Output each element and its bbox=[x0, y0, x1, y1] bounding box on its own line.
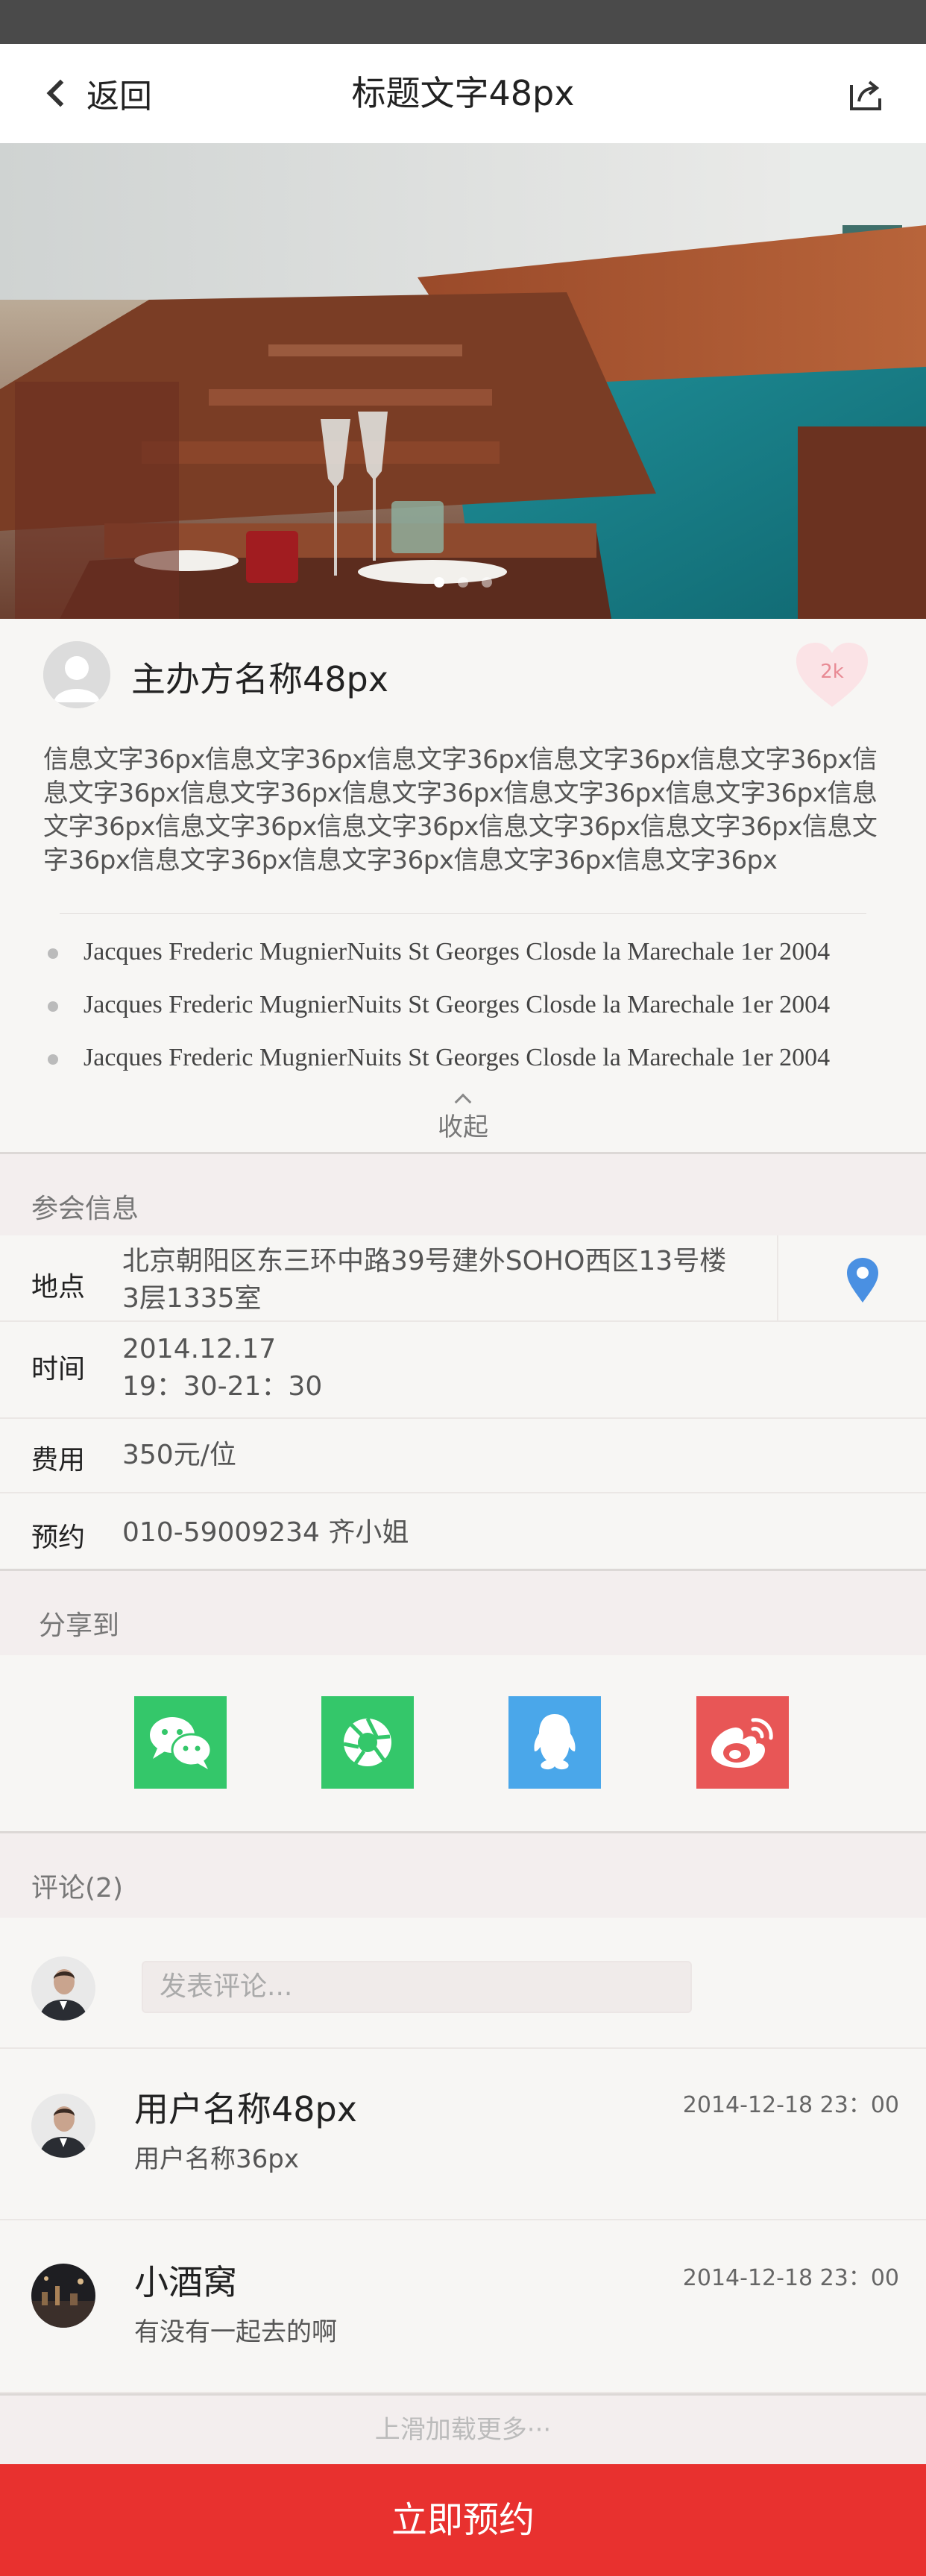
user-avatar-image bbox=[31, 2264, 95, 2328]
section-title: 评论(2) bbox=[31, 1873, 123, 1903]
qq-icon bbox=[534, 1714, 576, 1770]
section-header-share: 分享到 bbox=[0, 1569, 926, 1655]
user-avatar-image bbox=[31, 1956, 95, 2021]
time-row: 时间 2014.12.17 19：30-21：30 bbox=[0, 1322, 926, 1419]
fee-label: 费用 bbox=[31, 1445, 86, 1476]
comment-item: 小酒窝 2014-12-18 23：00 有没有一起去的啊 bbox=[0, 2222, 926, 2393]
hero-carousel[interactable] bbox=[0, 143, 926, 619]
chevron-up-icon bbox=[454, 1093, 472, 1111]
host-avatar[interactable] bbox=[43, 641, 110, 708]
event-info: 主办方名称48px 2k 信息文字36px信息文字36px信息文字36px信息文… bbox=[0, 619, 926, 1152]
divider bbox=[60, 913, 866, 914]
section-header-meeting: 参会信息 bbox=[0, 1152, 926, 1235]
wine-list: Jacques Frederic MugnierNuits St Georges… bbox=[48, 938, 890, 1097]
list-item: Jacques Frederic MugnierNuits St Georges… bbox=[48, 1044, 890, 1097]
page-title: 标题文字48px bbox=[351, 73, 575, 113]
comment-time: 2014-12-18 23：00 bbox=[682, 2265, 899, 2291]
qq-share-button[interactable] bbox=[508, 1696, 601, 1789]
comment-user-name: 小酒窝 bbox=[134, 2262, 237, 2302]
comment-text: 用户名称36px bbox=[134, 2144, 299, 2174]
wechat-share-button[interactable] bbox=[134, 1696, 227, 1789]
time-value: 2014.12.17 19：30-21：30 bbox=[122, 1331, 322, 1405]
comment-time: 2014-12-18 23：00 bbox=[682, 2092, 899, 2118]
section-title: 分享到 bbox=[39, 1610, 120, 1641]
meeting-info: 地点 北京朝阳区东三环中路39号建外SOHO西区13号楼 3层1335室 时间 … bbox=[0, 1235, 926, 1569]
time-date: 2014.12.17 bbox=[122, 1334, 277, 1364]
user-avatar-image bbox=[31, 2094, 95, 2158]
comment-input-row: 发表评论... bbox=[0, 1918, 926, 2049]
wine-name: Jacques Frederic MugnierNuits St Georges… bbox=[84, 938, 831, 966]
bullet-icon bbox=[48, 1001, 58, 1012]
booking-value: 010-59009234 齐小姐 bbox=[122, 1517, 409, 1548]
divider bbox=[777, 1235, 778, 1322]
collapse-label: 收起 bbox=[438, 1112, 488, 1142]
carousel-dot[interactable] bbox=[482, 577, 492, 588]
section-title: 参会信息 bbox=[31, 1194, 139, 1224]
moments-share-button[interactable] bbox=[321, 1696, 414, 1789]
user-placeholder-icon bbox=[43, 641, 110, 708]
time-range: 19：30-21：30 bbox=[122, 1371, 323, 1402]
collapse-button[interactable]: 收起 bbox=[0, 1093, 926, 1143]
map-pin-icon[interactable] bbox=[844, 1256, 881, 1304]
comment-item: 用户名称48px 2014-12-18 23：00 用户名称36px bbox=[0, 2049, 926, 2220]
host-name: 主办方名称48px bbox=[131, 659, 388, 699]
section-header-comments: 评论(2) bbox=[0, 1831, 926, 1918]
share-icon[interactable] bbox=[848, 78, 883, 112]
comment-user-name: 用户名称48px bbox=[134, 2089, 357, 2129]
avatar[interactable] bbox=[31, 2264, 95, 2328]
share-panel bbox=[0, 1655, 926, 1831]
booking-label: 预约 bbox=[31, 1522, 86, 1553]
location-line: 北京朝阳区东三环中路39号建外SOHO西区13号楼 bbox=[122, 1246, 727, 1276]
weibo-share-button[interactable] bbox=[696, 1696, 789, 1789]
location-value: 北京朝阳区东三环中路39号建外SOHO西区13号楼 3层1335室 bbox=[122, 1243, 726, 1317]
weibo-icon bbox=[711, 1718, 773, 1768]
restaurant-photo bbox=[0, 143, 926, 619]
booking-row[interactable]: 预约 010-59009234 齐小姐 bbox=[0, 1493, 926, 1569]
load-more-hint: 上滑加载更多··· bbox=[0, 2393, 926, 2464]
fee-value: 350元/位 bbox=[122, 1440, 236, 1470]
carousel-dot[interactable] bbox=[434, 577, 444, 588]
location-label: 地点 bbox=[31, 1272, 86, 1303]
fee-row: 费用 350元/位 bbox=[0, 1419, 926, 1493]
wechat-icon bbox=[150, 1717, 212, 1769]
bullet-icon bbox=[48, 948, 58, 959]
like-count: 2k bbox=[820, 661, 844, 683]
status-bar bbox=[0, 0, 926, 44]
avatar[interactable] bbox=[31, 2094, 95, 2158]
wine-name: Jacques Frederic MugnierNuits St Georges… bbox=[84, 991, 831, 1018]
nav-bar: 返回 标题文字48px bbox=[0, 44, 926, 143]
wine-name: Jacques Frederic MugnierNuits St Georges… bbox=[84, 1044, 831, 1071]
comments-panel: 发表评论... 用户名称48px 2014-12-18 23：00 用户名称36… bbox=[0, 1918, 926, 2393]
comment-input[interactable]: 发表评论... bbox=[142, 1961, 692, 2013]
bullet-icon bbox=[48, 1054, 58, 1065]
carousel-dot[interactable] bbox=[458, 577, 468, 588]
list-item: Jacques Frederic MugnierNuits St Georges… bbox=[48, 991, 890, 1044]
comment-text: 有没有一起去的啊 bbox=[134, 2317, 337, 2347]
location-row[interactable]: 地点 北京朝阳区东三环中路39号建外SOHO西区13号楼 3层1335室 bbox=[0, 1235, 926, 1322]
location-line: 3层1335室 bbox=[122, 1283, 262, 1314]
moments-icon bbox=[343, 1717, 391, 1766]
carousel-dots bbox=[0, 577, 926, 588]
avatar[interactable] bbox=[31, 1956, 95, 2021]
reserve-button[interactable]: 立即预约 bbox=[0, 2464, 926, 2576]
list-item: Jacques Frederic MugnierNuits St Georges… bbox=[48, 938, 890, 991]
time-label: 时间 bbox=[31, 1354, 86, 1385]
event-description: 信息文字36px信息文字36px信息文字36px信息文字36px信息文字36px… bbox=[43, 745, 878, 875]
